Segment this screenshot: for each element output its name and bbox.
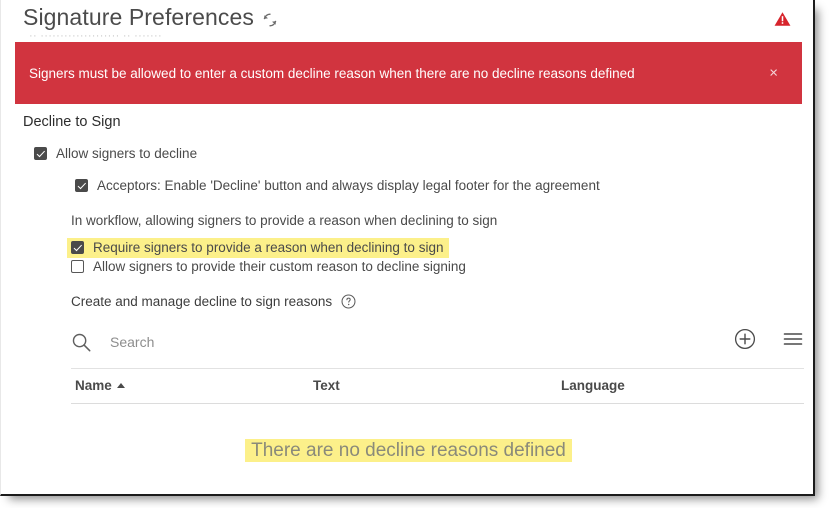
page-header: Signature Preferences bbox=[23, 4, 278, 31]
error-banner-message: Signers must be allowed to enter a custo… bbox=[29, 65, 635, 81]
table-tool-icons bbox=[734, 328, 804, 350]
column-header-language[interactable]: Language bbox=[561, 378, 625, 393]
option-label: Acceptors: Enable 'Decline' button and a… bbox=[97, 178, 600, 193]
refresh-icon[interactable] bbox=[262, 12, 278, 28]
empty-state: There are no decline reasons defined bbox=[1, 439, 813, 462]
error-banner: Signers must be allowed to enter a custo… bbox=[15, 42, 802, 104]
workflow-description: In workflow, allowing signers to provide… bbox=[71, 213, 498, 228]
option-acceptors-enable-decline[interactable]: Acceptors: Enable 'Decline' button and a… bbox=[75, 178, 600, 194]
add-circle-icon[interactable] bbox=[734, 328, 756, 350]
option-label: Require signers to provide a reason when… bbox=[93, 240, 444, 255]
page-section-title: Decline to Sign bbox=[23, 114, 121, 130]
warning-triangle-icon[interactable] bbox=[774, 11, 791, 27]
column-header-text[interactable]: Text bbox=[313, 378, 340, 393]
reasons-table-header: Name Text Language bbox=[71, 368, 804, 404]
option-label: Allow signers to provide their custom re… bbox=[93, 259, 466, 274]
search-input[interactable] bbox=[108, 333, 652, 351]
help-question-icon[interactable] bbox=[341, 294, 356, 309]
option-allow-custom-reason[interactable]: Allow signers to provide their custom re… bbox=[71, 259, 466, 275]
option-require-reason[interactable]: Require signers to provide a reason when… bbox=[67, 238, 450, 258]
page-title: Signature Preferences bbox=[23, 4, 254, 30]
search-icon[interactable] bbox=[71, 332, 92, 353]
checkbox-allow-signers-to-decline[interactable] bbox=[34, 147, 47, 160]
manage-reasons-label: Create and manage decline to sign reason… bbox=[71, 294, 333, 309]
app-screenshot: Signature Preferences ·· ···············… bbox=[0, 0, 830, 508]
checkbox-require-reason[interactable] bbox=[71, 241, 84, 254]
manage-reasons-row: Create and manage decline to sign reason… bbox=[71, 294, 356, 309]
checkbox-allow-custom-reason[interactable] bbox=[71, 260, 84, 273]
column-header-name[interactable]: Name bbox=[75, 378, 125, 393]
option-label: Allow signers to decline bbox=[56, 146, 198, 161]
search-toolbar bbox=[71, 325, 804, 359]
obscured-background-text: ·· ···················· ·· ······· bbox=[29, 30, 162, 42]
window-frame: Signature Preferences ·· ···············… bbox=[0, 0, 815, 496]
sort-ascending-icon bbox=[116, 383, 125, 388]
close-icon[interactable]: × bbox=[765, 64, 782, 83]
hamburger-menu-icon[interactable] bbox=[782, 328, 804, 350]
empty-state-message: There are no decline reasons defined bbox=[245, 439, 572, 462]
option-allow-signers-to-decline[interactable]: Allow signers to decline bbox=[34, 146, 197, 162]
column-header-name-label: Name bbox=[75, 378, 112, 393]
checkbox-acceptors-enable-decline[interactable] bbox=[75, 179, 88, 192]
